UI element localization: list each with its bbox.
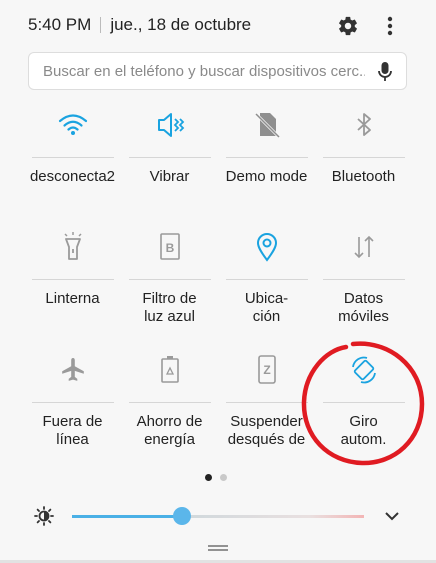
svg-text:B: B: [165, 241, 174, 255]
status-bar: 5:40 PM jue., 18 de octubre: [0, 0, 436, 50]
tile-label: Vibrar: [149, 168, 190, 185]
demo-mode-icon: [254, 112, 280, 139]
tile-divider: [129, 279, 211, 280]
tile-divider: [32, 402, 114, 403]
separator: [100, 17, 102, 33]
tile-divider: [323, 279, 405, 280]
page-dot-active: [205, 474, 212, 481]
annotation-circle: [301, 341, 425, 466]
vibrate-icon: [157, 113, 184, 137]
power-saving-icon: [160, 356, 179, 383]
gear-icon[interactable]: [337, 15, 359, 37]
tile-divider: [32, 157, 114, 158]
tile-label: Datos móviles: [338, 290, 389, 325]
blue-light-filter-icon: B: [159, 233, 180, 260]
airplane-icon: [61, 358, 84, 381]
location-icon: [256, 233, 277, 262]
tile-label: Linterna: [45, 290, 100, 307]
screen-timeout-icon: Z: [257, 355, 276, 384]
svg-text:Z: Z: [263, 363, 270, 377]
tile-divider: [323, 157, 405, 158]
tile-label: Demo mode: [225, 168, 308, 185]
tile-divider: [32, 279, 114, 280]
tile-label: Bluetooth: [331, 168, 396, 185]
tile-divider: [226, 279, 308, 280]
search-placeholder: Buscar en el teléfono y buscar dispositi…: [43, 62, 365, 80]
tile-divider: [129, 402, 211, 403]
tile-label: Ubica- ción: [244, 290, 289, 325]
clock: 5:40 PM: [28, 15, 92, 34]
brightness-icon: [34, 506, 54, 526]
tile-divider: [129, 157, 211, 158]
slider-track: [182, 515, 364, 518]
tile-label: Ahorro de energía: [136, 413, 203, 448]
slider-thumb[interactable]: [173, 507, 191, 525]
brightness-slider[interactable]: [0, 500, 436, 532]
slider-track-filled: [72, 515, 182, 518]
microphone-icon[interactable]: [376, 61, 394, 83]
flashlight-icon: [63, 232, 82, 260]
tile-divider: [226, 157, 308, 158]
search-input[interactable]: Buscar en el teléfono y buscar dispositi…: [28, 52, 407, 90]
more-options-icon[interactable]: [380, 14, 400, 38]
tile-label: Fuera de línea: [42, 413, 103, 448]
tile-label: desconecta2: [29, 168, 116, 185]
page-dot: [220, 474, 227, 481]
mobile-data-icon: [353, 235, 374, 259]
tile-label: Filtro de luz azul: [142, 290, 197, 325]
bluetooth-icon: [356, 113, 371, 136]
chevron-down-icon[interactable]: [384, 510, 400, 522]
date: jue., 18 de octubre: [110, 15, 252, 34]
wifi-icon: [58, 114, 87, 135]
drag-handle-icon[interactable]: [208, 545, 228, 551]
tile-divider: [226, 402, 308, 403]
